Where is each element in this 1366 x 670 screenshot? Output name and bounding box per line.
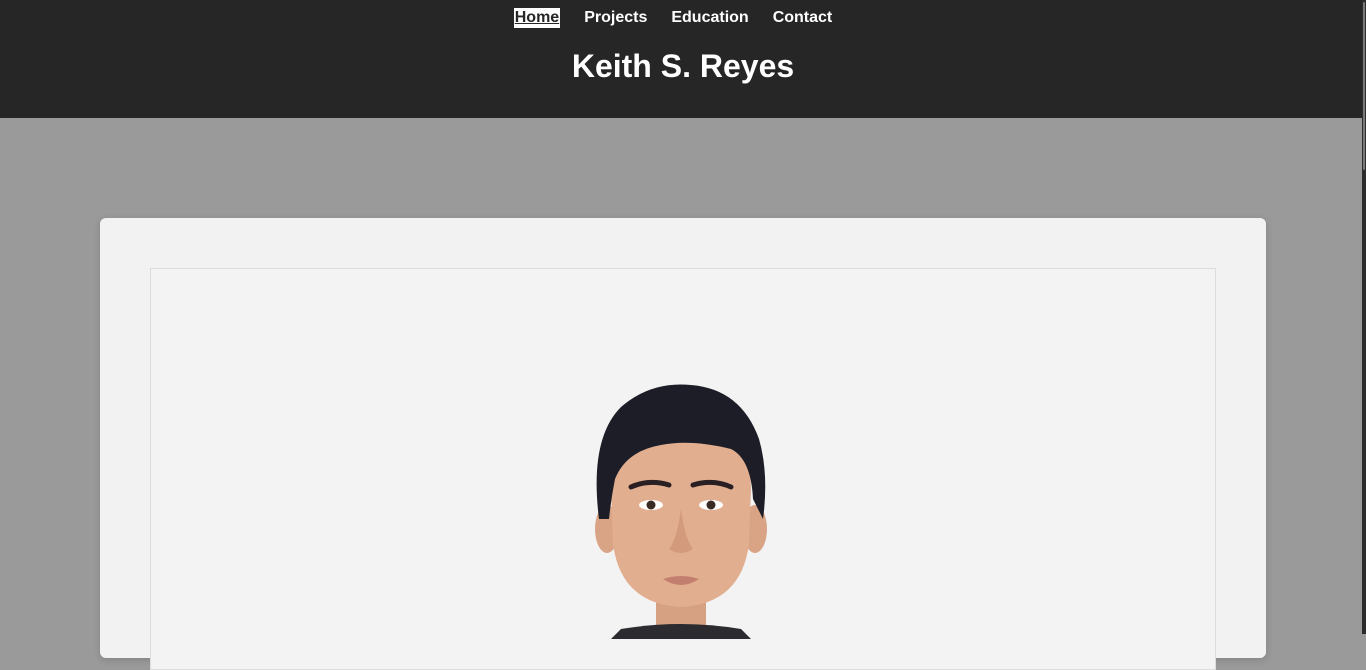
nav-link-contact[interactable]: Contact [773,8,833,28]
page-scrollbar[interactable] [1362,0,1366,634]
site-header: Home Projects Education Contact Keith S.… [0,0,1366,118]
main-nav: Home Projects Education Contact [0,8,1346,28]
nav-link-projects[interactable]: Projects [584,8,647,28]
nav-link-education[interactable]: Education [671,8,748,28]
profile-photo [595,384,767,639]
page-title: Keith S. Reyes [571,48,795,84]
profile-photo-frame [150,268,1216,670]
nav-link-home[interactable]: Home [513,8,561,28]
profile-card [100,218,1266,670]
scrollbar-thumb[interactable] [1363,2,1365,170]
